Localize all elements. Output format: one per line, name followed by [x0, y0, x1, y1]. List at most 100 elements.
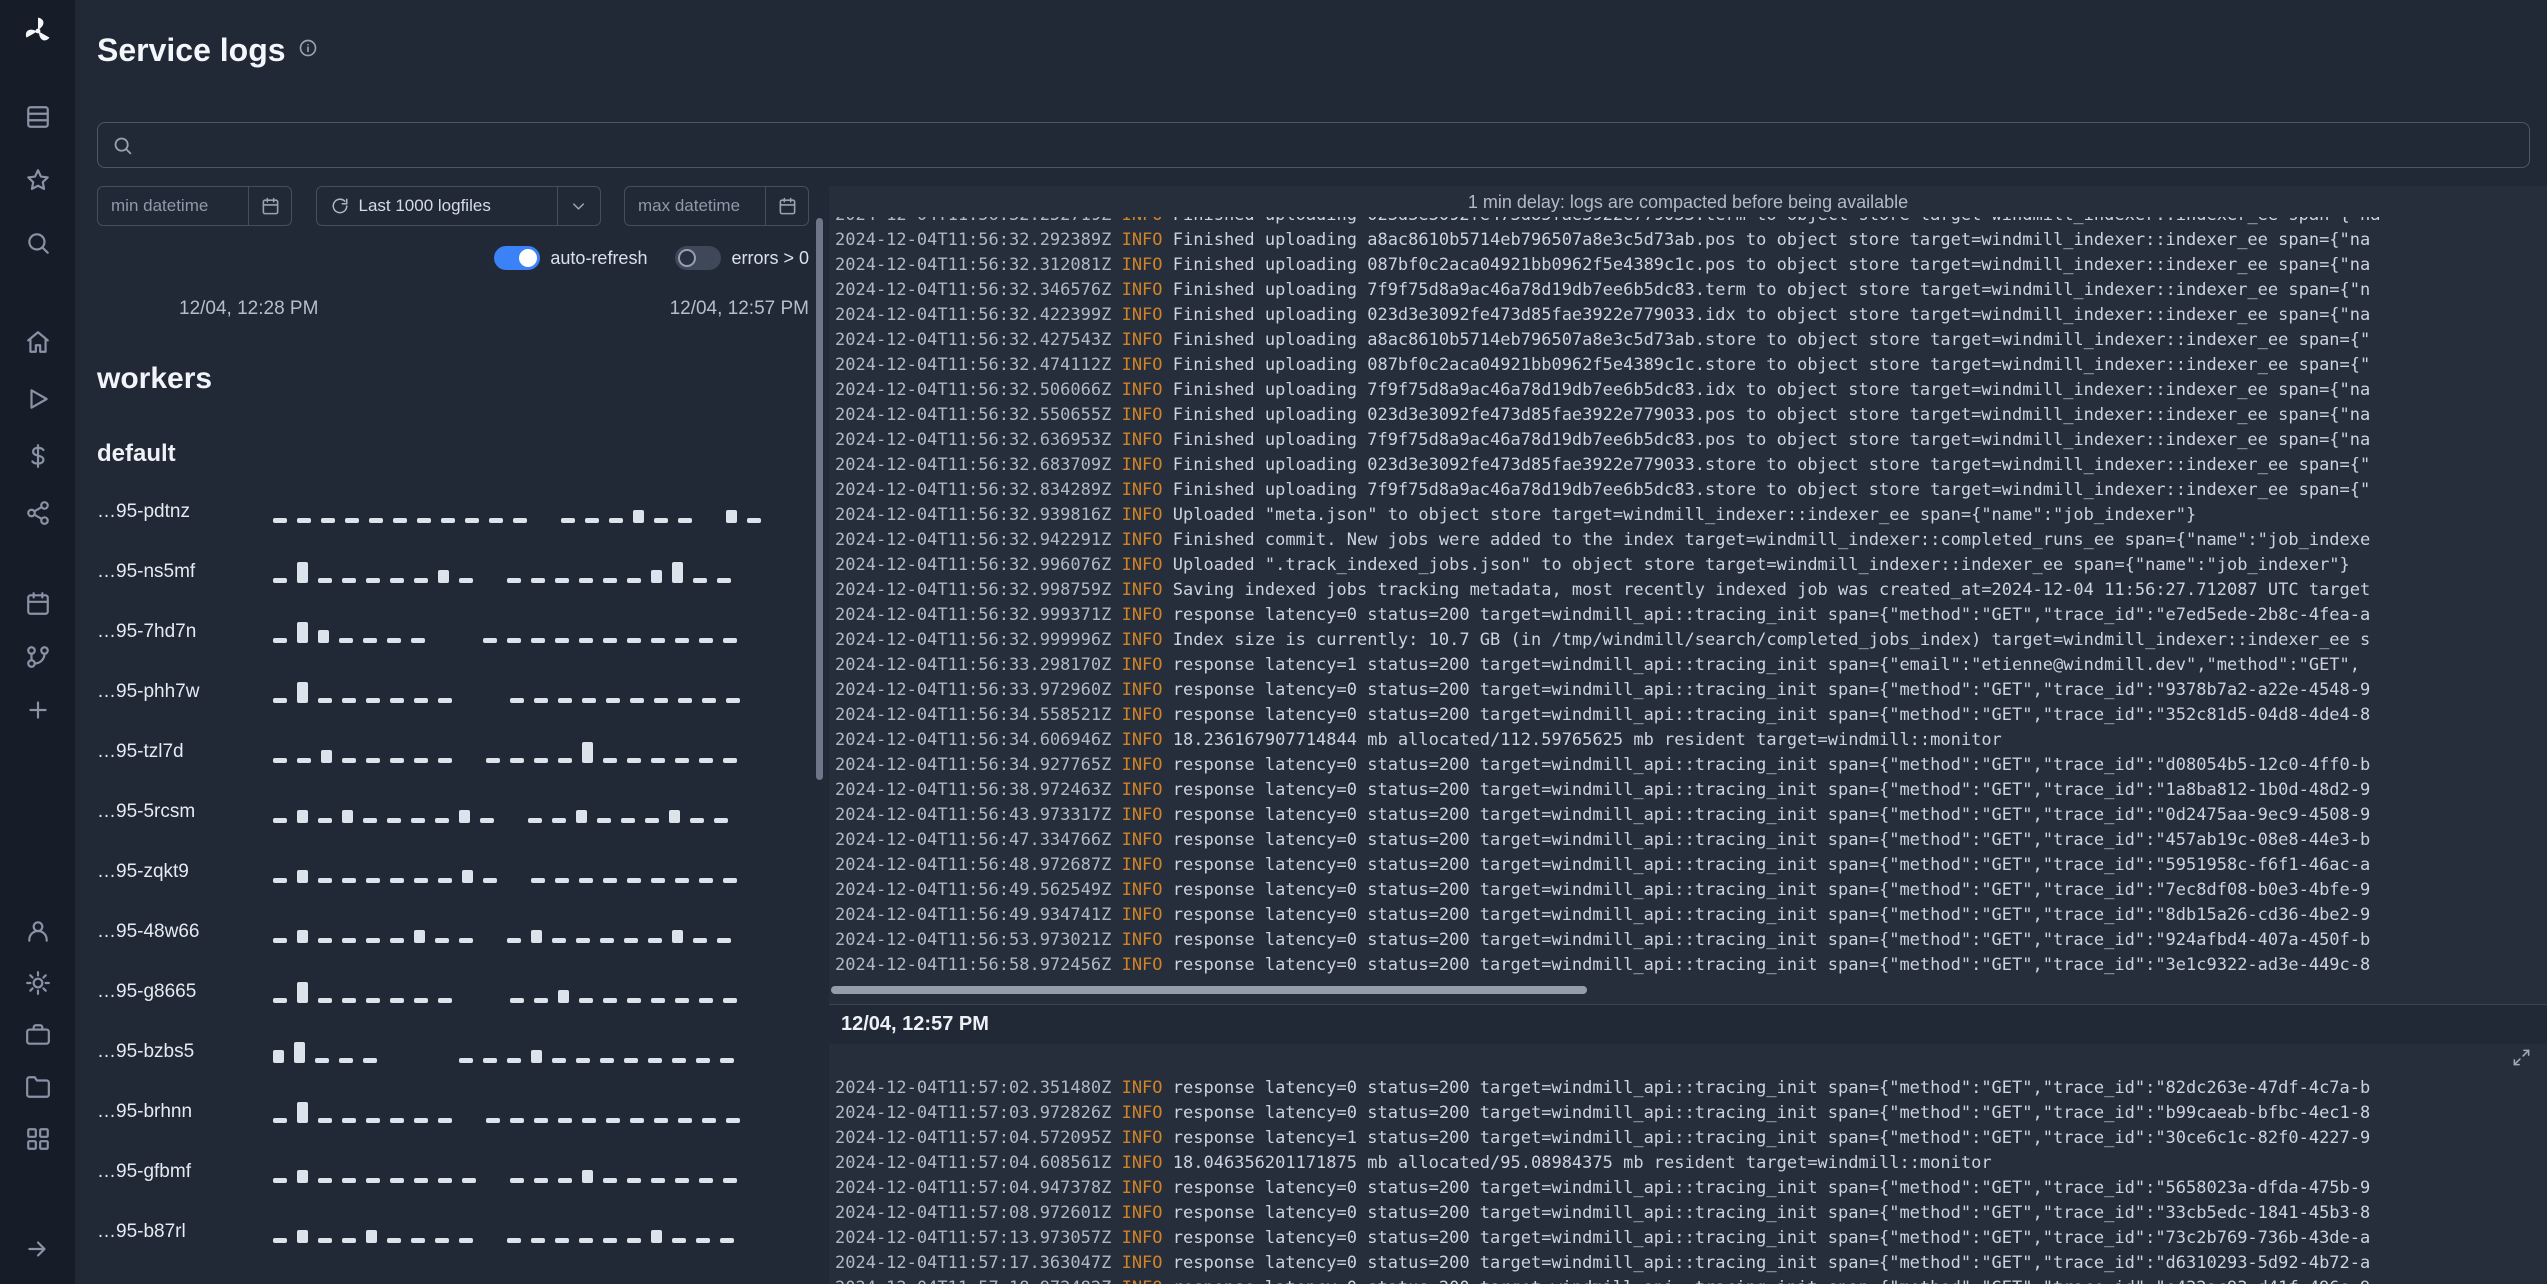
max-datetime-field[interactable]: [624, 186, 809, 226]
log-line: 2024-12-04T11:56:32.427543Z INFO Finishe…: [835, 330, 2371, 350]
worker-sparkline: [273, 501, 809, 523]
worker-row[interactable]: …95-5rcsm: [97, 782, 809, 842]
worker-row[interactable]: …95-pdtnz: [97, 482, 809, 542]
expand-sidebar-icon[interactable]: [25, 1236, 51, 1262]
worker-row[interactable]: …95-tzl7d: [97, 722, 809, 782]
worker-name: …95-zqkt9: [97, 861, 189, 882]
worker-row[interactable]: …95-48w66: [97, 902, 809, 962]
worker-name: …95-phh7w: [97, 681, 200, 702]
log-line: 2024-12-04T11:56:33.298170Z INFO respons…: [835, 655, 2361, 675]
log-line: 2024-12-04T11:56:47.334766Z INFO respons…: [835, 830, 2371, 850]
worker-row[interactable]: …95-ns5mf: [97, 542, 809, 602]
log-line: 2024-12-04T11:56:34.558521Z INFO respons…: [835, 705, 2371, 725]
worker-sparkline: [273, 681, 809, 703]
log-line: 2024-12-04T11:56:43.973317Z INFO respons…: [835, 805, 2371, 825]
search-bar[interactable]: [97, 122, 2530, 168]
vertical-scrollbar[interactable]: [816, 218, 823, 780]
variables-icon[interactable]: [25, 443, 51, 469]
worker-row[interactable]: …95-b87rl: [97, 1202, 809, 1262]
log-line: 2024-12-04T11:56:34.927765Z INFO respons…: [835, 755, 2371, 775]
expand-icon[interactable]: [2512, 1048, 2531, 1067]
log-line: 2024-12-04T11:56:32.683709Z INFO Finishe…: [835, 455, 2371, 475]
log-section-header: 12/04, 12:57 PM: [829, 1004, 2547, 1044]
auto-refresh-label: auto-refresh: [550, 247, 648, 268]
worker-row[interactable]: …95-zqkt9: [97, 842, 809, 902]
page-header: Service logs: [97, 30, 2547, 70]
worker-row[interactable]: …95-phh7w: [97, 662, 809, 722]
folders-icon[interactable]: [25, 1074, 51, 1100]
calendar-icon[interactable]: [765, 187, 808, 225]
add-icon[interactable]: [25, 697, 51, 723]
settings-gear-icon[interactable]: [25, 970, 51, 996]
windmill-logo[interactable]: [21, 14, 55, 48]
horizontal-scrollbar[interactable]: [831, 986, 1587, 994]
log-line: 2024-12-04T11:57:04.608561Z INFO 18.0463…: [835, 1153, 1992, 1173]
schedules-icon[interactable]: [25, 591, 51, 617]
log-line: 2024-12-04T11:56:32.474112Z INFO Finishe…: [835, 355, 2371, 375]
worker-list: …95-pdtnz …95-ns5mf …95-7hd7n …95-phh7w …95-…: [97, 482, 809, 1262]
log-line: 2024-12-04T11:56:32.942291Z INFO Finishe…: [835, 530, 2371, 550]
worker-sparkline: [273, 621, 809, 643]
log-line: 2024-12-04T11:57:03.972826Z INFO respons…: [835, 1103, 2371, 1123]
log-line: 2024-12-04T11:56:32.346576Z INFO Finishe…: [835, 280, 2371, 300]
errors-toggle[interactable]: [675, 246, 722, 270]
worker-row[interactable]: …95-gfbmf: [97, 1142, 809, 1202]
toggles-row: auto-refresh errors > 0: [97, 246, 809, 270]
worker-name: …95-48w66: [97, 921, 200, 942]
workflows-icon[interactable]: [25, 644, 51, 670]
worker-sparkline: [273, 1101, 809, 1123]
log-section-2: 2024-12-04T11:57:02.351480Z INFO respons…: [829, 1072, 2547, 1284]
worker-row[interactable]: …95-g8665: [97, 962, 809, 1022]
page-title: Service logs: [97, 32, 286, 68]
runs-icon[interactable]: [25, 386, 51, 412]
logfiles-refresh[interactable]: Last 1000 logfiles: [317, 196, 557, 216]
worker-name: …95-g8665: [97, 981, 197, 1002]
worker-sparkline: [273, 801, 809, 823]
workers-heading: workers: [97, 362, 213, 395]
calendar-icon[interactable]: [248, 187, 291, 225]
min-datetime-field[interactable]: [97, 186, 292, 226]
chevron-down-icon[interactable]: [556, 187, 600, 225]
log-line: 2024-12-04T11:57:04.572095Z INFO respons…: [835, 1128, 2371, 1148]
worker-sparkline: [273, 861, 809, 883]
worker-sparkline: [273, 1161, 809, 1183]
log-line: 2024-12-04T11:57:04.947378Z INFO respons…: [835, 1178, 2371, 1198]
log-line: 2024-12-04T11:56:32.422399Z INFO Finishe…: [835, 305, 2371, 325]
auto-refresh-toggle[interactable]: [494, 246, 541, 270]
search-input[interactable]: [143, 133, 2515, 157]
log-section-header-label: 12/04, 12:57 PM: [841, 1013, 989, 1035]
info-icon[interactable]: [298, 38, 318, 63]
search-icon[interactable]: [25, 230, 51, 256]
log-line: 2024-12-04T11:56:49.934741Z INFO respons…: [835, 905, 2371, 925]
worker-row[interactable]: …95-brhnn: [97, 1082, 809, 1142]
log-line: 2024-12-04T11:57:08.972601Z INFO respons…: [835, 1203, 2371, 1223]
worker-name: …95-gfbmf: [97, 1161, 191, 1182]
log-line: 2024-12-04T11:56:32.999996Z INFO Index s…: [835, 630, 2371, 650]
apps-grid-icon[interactable]: [25, 1126, 51, 1152]
home-icon[interactable]: [25, 329, 51, 355]
logfiles-select[interactable]: Last 1000 logfiles: [315, 186, 601, 226]
range-end: 12/04, 12:57 PM: [669, 298, 809, 319]
worker-name: …95-5rcsm: [97, 801, 196, 822]
log-line: 2024-12-04T11:56:32.996076Z INFO Uploade…: [835, 555, 2350, 575]
worker-name: …95-pdtnz: [97, 501, 190, 522]
app-root: Service logs Last 1000 logfiles: [0, 0, 2547, 1284]
log-line: 2024-12-04T11:56:49.562549Z INFO respons…: [835, 880, 2371, 900]
worker-row[interactable]: …95-7hd7n: [97, 602, 809, 662]
max-datetime-input[interactable]: [625, 196, 765, 216]
log-line: 2024-12-04T11:56:48.972687Z INFO respons…: [835, 855, 2371, 875]
log-line: 2024-12-04T11:57:13.973057Z INFO respons…: [835, 1228, 2371, 1248]
log-line: 2024-12-04T11:56:32.939816Z INFO Uploade…: [835, 505, 2197, 525]
expand-row: [829, 1044, 2547, 1072]
workspace-briefcase-icon[interactable]: [25, 1022, 51, 1048]
min-datetime-input[interactable]: [98, 196, 248, 216]
range-start: 12/04, 12:28 PM: [179, 298, 319, 319]
body-row: Last 1000 logfiles auto-refresh: [97, 186, 2547, 1284]
table-icon[interactable]: [25, 104, 51, 130]
log-line: 2024-12-04T11:56:32.252719Z INFO Finishe…: [835, 217, 2547, 228]
worker-sparkline: [273, 1221, 809, 1243]
worker-row[interactable]: …95-bzbs5: [97, 1022, 809, 1082]
user-icon[interactable]: [25, 918, 51, 944]
star-icon[interactable]: [25, 167, 51, 193]
resources-icon[interactable]: [25, 500, 51, 526]
